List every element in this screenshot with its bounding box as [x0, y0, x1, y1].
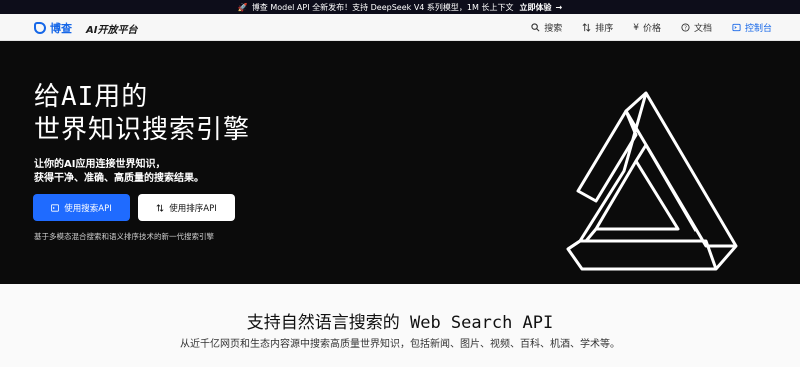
announcement-cta[interactable]: 立即体验 — [519, 2, 551, 13]
brand-name: 博查 — [50, 22, 72, 35]
hero-subtitle-line2: 获得干净、准确、高质量的搜索结果。 — [34, 173, 204, 184]
announcement-text: 博查 Model API 全新发布！支持 DeepSeek V4 系列模型，1M… — [251, 2, 514, 12]
hero: 给AI用的 世界知识搜索引擎 让你的AI应用连接世界知识， 获得干净、准确、高质… — [0, 41, 800, 284]
nav-search-label: 搜索 — [544, 24, 563, 34]
logo[interactable]: 博查 AI开放平台 — [34, 20, 137, 36]
yen-icon: ¥ — [633, 22, 639, 33]
section-title: 支持自然语言搜索的 Web Search API — [246, 313, 554, 333]
nav-docs[interactable]: ? 文档 — [681, 21, 712, 34]
nav-search[interactable]: 搜索 — [531, 21, 562, 34]
arrow-right-icon: → — [555, 2, 563, 12]
hero-title-line1: 给AI用的 — [34, 82, 149, 112]
hero-caption: 基于多模态混合搜索和语义排序技术的新一代搜索引擎 — [34, 232, 214, 241]
sort-icon — [582, 23, 591, 32]
console-icon — [732, 23, 741, 32]
search-api-label: 使用搜索API — [64, 203, 112, 214]
hero-title-line2: 世界知识搜索引擎 — [34, 115, 251, 145]
feature-section: 支持自然语言搜索的 Web Search API 从近千亿网页和生态内容源中搜索… — [0, 284, 800, 367]
help-icon: ? — [681, 23, 690, 32]
announcement-bar[interactable]: 🚀 博查 Model API 全新发布！支持 DeepSeek V4 系列模型，… — [0, 0, 800, 14]
svg-text:?: ? — [684, 26, 687, 32]
search-api-button[interactable]: 使用搜索API — [33, 194, 130, 221]
platform-name: AI开放平台 — [86, 24, 138, 36]
nav-docs-label: 文档 — [693, 24, 712, 34]
sort-api-button[interactable]: 使用排序API — [138, 194, 235, 221]
logo-mark-icon — [34, 22, 46, 34]
nav-pricing-label: 价格 — [642, 24, 661, 34]
top-nav: 博查 AI开放平台 搜索 排序 ¥ 价格 ? 文档 控制台 — [0, 14, 800, 41]
hero-subtitle: 让你的AI应用连接世界知识， 获得干净、准确、高质量的搜索结果。 — [34, 158, 204, 186]
search-icon — [531, 23, 540, 32]
nav-console[interactable]: 控制台 — [732, 21, 772, 34]
hero-subtitle-line1: 让你的AI应用连接世界知识， — [34, 159, 166, 170]
nav-console-label: 控制台 — [744, 24, 772, 34]
nav-sort-label: 排序 — [595, 24, 614, 34]
hero-title: 给AI用的 世界知识搜索引擎 — [34, 81, 250, 147]
sort-api-label: 使用排序API — [169, 203, 217, 214]
nav-sort[interactable]: 排序 — [582, 21, 613, 34]
section-subtitle: 从近千亿网页和生态内容源中搜索高质量世界知识，包括新闻、图片、视频、百科、机酒、… — [180, 339, 620, 350]
terminal-icon — [51, 203, 60, 212]
nav-links: 搜索 排序 ¥ 价格 ? 文档 控制台 — [531, 21, 772, 34]
nav-pricing[interactable]: ¥ 价格 — [633, 21, 661, 35]
penrose-triangle-icon — [566, 91, 738, 271]
sort-icon — [156, 203, 164, 212]
rocket-icon: 🚀 — [237, 2, 248, 12]
